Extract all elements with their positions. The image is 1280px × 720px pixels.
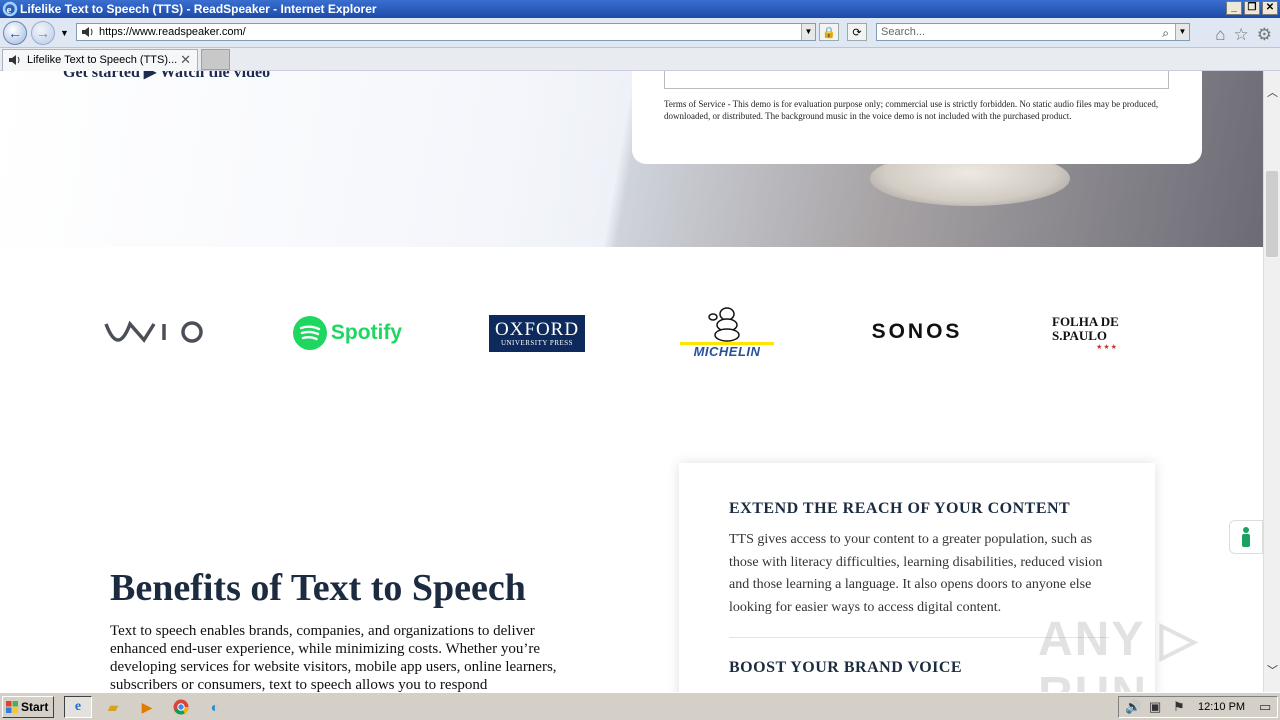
benefits-title: Benefits of Text to Speech [110,567,526,609]
vaio-logo [104,317,210,347]
media-player-icon: ▶ [141,698,153,715]
windows-flag-icon [6,701,18,713]
michelin-wordmark: MICHELIN [693,344,761,359]
tab-bar: Lifelike Text to Speech (TTS)... ✕ [0,48,1280,71]
spotify-icon [292,316,327,350]
hero-section: Get started ▶ Watch the video Terms of S… [0,71,1263,247]
show-desktop-icon[interactable]: ▭ [1259,697,1271,717]
back-arrow-icon: ← [8,25,22,41]
svg-text:e: e [7,4,12,16]
start-button[interactable]: Start [2,696,54,718]
taskbar-explorer-button[interactable]: ▰ [99,696,127,718]
scroll-down-icon[interactable]: ﹀ [1264,663,1280,680]
windows-taskbar: Start e ▰ ▶ ◐ 🔊 ▣ ⚑ 12:10 PM ▭ [0,692,1280,720]
browser-toolbar: ← → ▼ https://www.readspeaker.com/ ▼ 🔒 ⟳… [0,18,1280,48]
hero-cta-links[interactable]: Get started ▶ Watch the video [63,71,270,82]
history-dropdown-icon[interactable]: ▼ [60,28,69,38]
oxford-line1: OXFORD [494,318,580,340]
taskbar-ie-button[interactable]: e [64,696,92,718]
brand-voice-heading: BOOST YOUR BRAND VOICE [729,659,963,676]
accessibility-tab[interactable] [1229,520,1263,554]
address-url: https://www.readspeaker.com/ [99,26,246,38]
voice-demo-card: Terms of Service - This demo is for eval… [632,71,1202,164]
tab-speaker-icon [9,55,20,65]
watermark: ANY ▷ RUN [1038,613,1199,692]
tab-readspeaker[interactable]: Lifelike Text to Speech (TTS)... ✕ [2,49,198,71]
demo-textarea[interactable] [664,71,1169,89]
ie-taskbar-icon: e [74,699,82,714]
settings-gear-icon[interactable]: ⚙ [1257,25,1272,45]
michelin-logo: MICHELIN [680,305,774,359]
close-button[interactable]: ✕ [1262,1,1278,15]
oxford-logo: OXFORD UNIVERSITY PRESS [489,315,585,352]
folha-stars: ★★★ [1096,343,1118,351]
ie-logo-icon: e [2,1,18,17]
client-logos: Spotify OXFORD UNIVERSITY PRESS MICHELIN… [0,297,1263,367]
spotify-wordmark: Spotify [330,321,403,344]
new-tab-button[interactable] [201,49,230,70]
folha-wordmark: FOLHA DE S.PAULO [1052,313,1119,343]
terms-of-service: Terms of Service - This demo is for eval… [664,99,1159,121]
accessibility-person-icon [1242,527,1250,547]
back-button[interactable]: ← [3,21,27,45]
home-icon[interactable]: ⌂ [1215,25,1225,45]
address-dropdown-icon[interactable]: ▼ [801,24,815,40]
forward-arrow-icon: → [36,25,50,41]
network-icon[interactable]: ▣ [1149,697,1161,717]
extend-reach-text: TTS gives access to your content to a gr… [729,532,1103,615]
michelin-man-icon [708,307,740,342]
sonos-logo: SONOS [870,319,964,345]
tab-label: Lifelike Text to Speech (TTS)... [27,54,178,66]
folha-logo: FOLHA DE S.PAULO ★★★ [1052,314,1162,351]
benefits-body: Text to speech enables brands, companies… [110,623,557,692]
forward-button[interactable]: → [31,21,55,45]
chrome-icon [173,699,189,715]
search-input[interactable]: Search... ⌕ ▼ [876,23,1190,41]
system-tray: 🔊 ▣ ⚑ 12:10 PM ▭ [1118,696,1278,718]
search-placeholder: Search... [881,26,926,38]
maximize-button[interactable]: ❐ [1244,1,1260,15]
taskbar-mediaplayer-button[interactable]: ▶ [133,696,161,718]
taskbar-chrome-button[interactable] [167,696,195,718]
refresh-icon[interactable]: ⟳ [847,23,867,41]
clock[interactable]: 12:10 PM [1198,697,1245,717]
window-titlebar: e Lifelike Text to Speech (TTS) - ReadSp… [0,0,1280,18]
edge-icon: ◐ [210,699,220,715]
minimize-button[interactable]: _ [1226,1,1242,15]
taskbar-edge-button[interactable]: ◐ [201,696,229,718]
address-bar[interactable]: https://www.readspeaker.com/ ▼ [76,23,816,41]
volume-icon[interactable]: 🔊 [1125,697,1141,717]
sonos-wordmark: SONOS [871,320,963,343]
spotify-logo: Spotify [290,315,404,351]
page-content: Get started ▶ Watch the video Terms of S… [0,71,1263,692]
scroll-up-icon[interactable]: ︿ [1264,85,1280,102]
start-label: Start [21,700,49,714]
folder-icon: ▰ [107,698,119,715]
action-center-flag-icon[interactable]: ⚑ [1173,697,1185,717]
search-icon[interactable]: ⌕ [1162,25,1169,41]
page-scrollbar[interactable]: ︿ ﹀ [1263,71,1280,692]
speaker-icon [82,27,93,37]
window-title: Lifelike Text to Speech (TTS) - ReadSpea… [20,2,377,16]
oxford-line2: UNIVERSITY PRESS [500,338,574,347]
lock-icon[interactable]: 🔒 [819,23,839,41]
search-dropdown-icon[interactable]: ▼ [1175,24,1189,40]
favorites-star-icon[interactable]: ☆ [1234,25,1249,45]
extend-reach-heading: EXTEND THE REACH OF YOUR CONTENT [729,500,1071,517]
scroll-thumb[interactable] [1266,171,1278,257]
tab-close-icon[interactable]: ✕ [180,50,191,70]
